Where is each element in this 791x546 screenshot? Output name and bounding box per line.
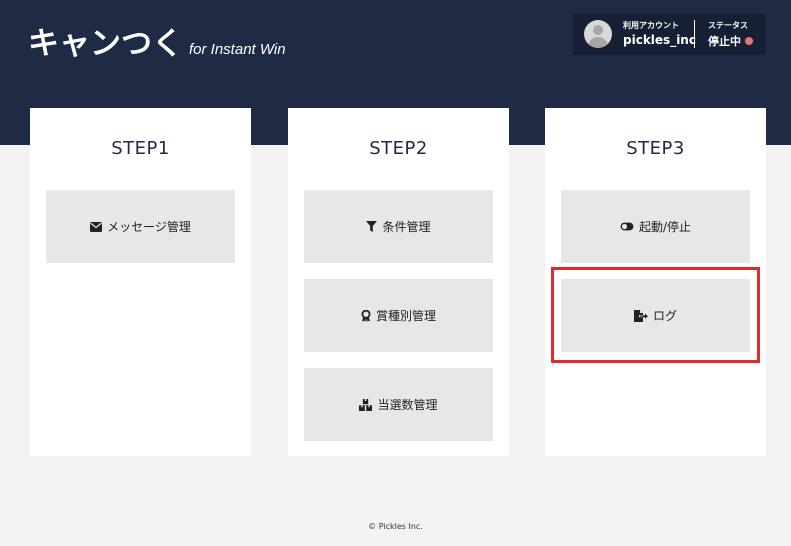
- step3-title: STEP3: [626, 138, 685, 159]
- status-dot-icon: [745, 37, 753, 45]
- step1-title: STEP1: [111, 138, 170, 159]
- account-name[interactable]: pickles_inc: [623, 33, 696, 47]
- winner-count-management-button[interactable]: 当選数管理: [304, 368, 493, 441]
- step2-title: STEP2: [369, 138, 428, 159]
- avatar-head: [593, 25, 603, 35]
- footer-copyright: © Pickles Inc.: [368, 522, 423, 531]
- start-stop-button[interactable]: 起動/停止: [561, 190, 750, 263]
- avatar[interactable]: [584, 20, 612, 48]
- envelope-icon: [90, 221, 103, 232]
- message-management-label: メッセージ管理: [107, 220, 191, 234]
- logo-sub-text: for Instant Win: [189, 41, 286, 58]
- logo-main-text: キャンつく: [28, 26, 183, 62]
- status-label: ステータス: [708, 21, 748, 30]
- boxes-icon: [359, 398, 373, 411]
- app-logo[interactable]: キャンつく for Instant Win: [28, 18, 286, 63]
- start-stop-label: 起動/停止: [638, 220, 692, 234]
- status-badge: 停止中: [708, 33, 753, 49]
- prize-type-management-label: 賞種別管理: [375, 309, 436, 323]
- condition-management-label: 条件管理: [382, 220, 431, 234]
- avatar-body: [588, 37, 608, 48]
- prize-type-management-button[interactable]: 賞種別管理: [304, 279, 493, 352]
- toggle-icon: [620, 222, 634, 231]
- award-icon: [361, 309, 371, 322]
- winner-count-management-label: 当選数管理: [377, 398, 438, 412]
- step2-card: STEP2 条件管理 賞種別管理 当選数管理: [288, 108, 509, 456]
- account-label: 利用アカウント: [623, 21, 679, 30]
- divider: [694, 20, 695, 48]
- highlight-box: [551, 267, 760, 363]
- account-status-panel: 利用アカウント pickles_inc ステータス 停止中: [573, 14, 766, 55]
- step1-card: STEP1 メッセージ管理: [30, 108, 251, 456]
- filter-icon: [366, 221, 378, 232]
- message-management-button[interactable]: メッセージ管理: [46, 190, 235, 263]
- status-value-text: 停止中: [708, 35, 741, 48]
- condition-management-button[interactable]: 条件管理: [304, 190, 493, 263]
